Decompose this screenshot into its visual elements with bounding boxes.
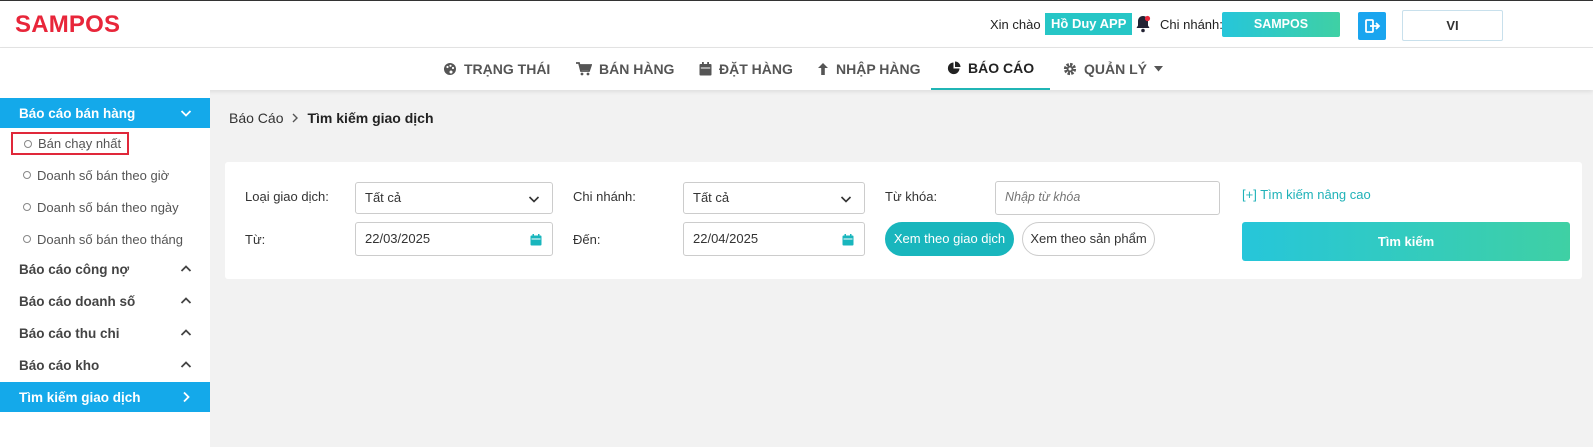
sidebar-item-tim-kiem-giao-dich[interactable]: Tìm kiếm giao dịch xyxy=(0,382,210,412)
logout-button[interactable] xyxy=(1358,12,1386,40)
sidebar-group-label: Báo cáo doanh số xyxy=(19,293,136,309)
cart-icon xyxy=(576,62,592,76)
select-value: Tất cả xyxy=(365,190,402,205)
chevron-up-icon xyxy=(180,265,192,272)
chevron-down-icon xyxy=(528,196,540,203)
breadcrumb: Báo Cáo Tìm kiếm giao dịch xyxy=(229,110,434,126)
sidebar-group-label: Báo cáo công nợ xyxy=(19,261,130,277)
nav-quan-ly[interactable]: QUẢN LÝ xyxy=(1063,48,1163,90)
sidebar-item-ban-chay-nhat[interactable]: Bán chạy nhất xyxy=(11,132,130,155)
sidebar-item-doanh-so-theo-thang[interactable]: Doanh số bán theo tháng xyxy=(23,228,183,250)
nav-dat-hang[interactable]: ĐẶT HÀNG xyxy=(699,48,793,90)
nav-bao-cao[interactable]: BÁO CÁO xyxy=(931,48,1051,90)
logo[interactable]: SAMPOS xyxy=(15,11,120,39)
transaction-type-label: Loại giao dịch: xyxy=(245,189,329,204)
nav-label: NHẬP HÀNG xyxy=(836,61,921,77)
sidebar-group-bao-cao-cong-no[interactable]: Báo cáo công nợ xyxy=(0,254,210,284)
advanced-search-link[interactable]: [+] Tìm kiếm nâng cao xyxy=(1242,187,1371,202)
view-by-transaction-toggle[interactable]: Xem theo giao dịch xyxy=(885,222,1014,256)
select-value: Tất cả xyxy=(693,190,730,205)
keyword-input[interactable] xyxy=(1005,190,1205,204)
date-value: 22/04/2025 xyxy=(693,231,759,246)
sidebar-item-doanh-so-theo-ngay[interactable]: Doanh số bán theo ngày xyxy=(23,196,179,218)
calendar-icon[interactable] xyxy=(530,234,542,246)
branch-filter-select[interactable]: Tất cả xyxy=(683,182,865,214)
breadcrumb-current: Tìm kiếm giao dịch xyxy=(307,110,434,126)
calendar-icon xyxy=(699,62,712,76)
main-nav: TRẠNG THÁI BÁN HÀNG ĐẶT HÀNG NHẬP HÀNG B… xyxy=(0,48,1593,90)
sidebar-group-bao-cao-doanh-so[interactable]: Báo cáo doanh số xyxy=(0,286,210,316)
nav-label: BÁN HÀNG xyxy=(599,61,675,77)
caret-down-icon xyxy=(1154,66,1163,72)
gear-icon xyxy=(1063,62,1077,76)
to-date-label: Đến: xyxy=(573,232,601,247)
sidebar-item-label: Doanh số bán theo giờ xyxy=(37,167,170,183)
language-selector[interactable]: VI xyxy=(1402,10,1503,41)
greeting-text: Xin chào xyxy=(990,17,1041,32)
from-date-field[interactable]: 22/03/2025 xyxy=(355,222,553,256)
date-value: 22/03/2025 xyxy=(365,231,431,246)
palette-icon xyxy=(444,63,456,75)
calendar-icon[interactable] xyxy=(842,234,854,246)
nav-label: QUẢN LÝ xyxy=(1084,61,1147,77)
circle-icon xyxy=(23,235,31,243)
circle-icon xyxy=(23,203,31,211)
nav-nhap-hang[interactable]: NHẬP HÀNG xyxy=(817,48,921,90)
search-button[interactable]: Tìm kiếm xyxy=(1242,222,1570,261)
nav-label: ĐẶT HÀNG xyxy=(719,61,793,77)
sidebar-item-label: Doanh số bán theo ngày xyxy=(37,199,179,215)
branch-selector-button[interactable]: SAMPOS xyxy=(1222,12,1340,37)
sidebar-item-label: Doanh số bán theo tháng xyxy=(37,231,184,247)
branch-label: Chi nhánh: xyxy=(1160,17,1223,32)
sidebar-group-label: Báo cáo kho xyxy=(19,357,100,373)
chevron-up-icon xyxy=(180,329,192,336)
to-date-field[interactable]: 22/04/2025 xyxy=(683,222,865,256)
transaction-type-select[interactable]: Tất cả xyxy=(355,182,553,214)
sidebar-group-label: Báo cáo bán hàng xyxy=(19,105,136,121)
chevron-right-icon xyxy=(292,113,299,123)
sidebar-item-doanh-so-theo-gio[interactable]: Doanh số bán theo giờ xyxy=(23,164,169,186)
chevron-down-icon xyxy=(840,196,852,203)
pie-chart-icon xyxy=(947,61,961,75)
chevron-down-icon xyxy=(180,110,192,117)
keyword-label: Từ khóa: xyxy=(885,189,938,204)
top-bar: SAMPOS Xin chào Hồ Duy APP Chi nhánh: SA… xyxy=(0,0,1593,48)
sidebar-group-bao-cao-kho[interactable]: Báo cáo kho xyxy=(0,350,210,380)
from-date-label: Từ: xyxy=(245,232,266,247)
sidebar: Báo cáo bán hàng Bán chạy nhất Doanh số … xyxy=(0,90,210,447)
nav-trang-thai[interactable]: TRẠNG THÁI xyxy=(443,48,550,90)
sidebar-group-label: Tìm kiếm giao dịch xyxy=(19,389,141,405)
logout-icon xyxy=(1365,19,1381,33)
user-name-badge[interactable]: Hồ Duy APP xyxy=(1045,13,1133,35)
breadcrumb-parent[interactable]: Báo Cáo xyxy=(229,110,283,126)
keyword-field[interactable] xyxy=(995,181,1220,215)
sidebar-group-bao-cao-thu-chi[interactable]: Báo cáo thu chi xyxy=(0,318,210,348)
arrow-up-icon xyxy=(818,63,828,75)
nav-ban-hang[interactable]: BÁN HÀNG xyxy=(576,48,674,90)
bell-icon[interactable] xyxy=(1135,15,1151,33)
circle-icon xyxy=(23,171,31,179)
nav-label: TRẠNG THÁI xyxy=(464,61,551,77)
chevron-up-icon xyxy=(180,297,192,304)
sidebar-item-label: Bán chạy nhất xyxy=(38,136,122,151)
sidebar-group-bao-cao-ban-hang[interactable]: Báo cáo bán hàng xyxy=(0,98,210,128)
chevron-right-icon xyxy=(183,391,190,403)
branch-filter-label: Chi nhánh: xyxy=(573,189,636,204)
view-by-product-toggle[interactable]: Xem theo sản phẩm xyxy=(1022,222,1155,256)
chevron-up-icon xyxy=(180,361,192,368)
nav-label: BÁO CÁO xyxy=(968,60,1035,76)
sidebar-group-label: Báo cáo thu chi xyxy=(19,325,120,341)
circle-icon xyxy=(24,139,32,148)
search-panel xyxy=(225,162,1582,279)
